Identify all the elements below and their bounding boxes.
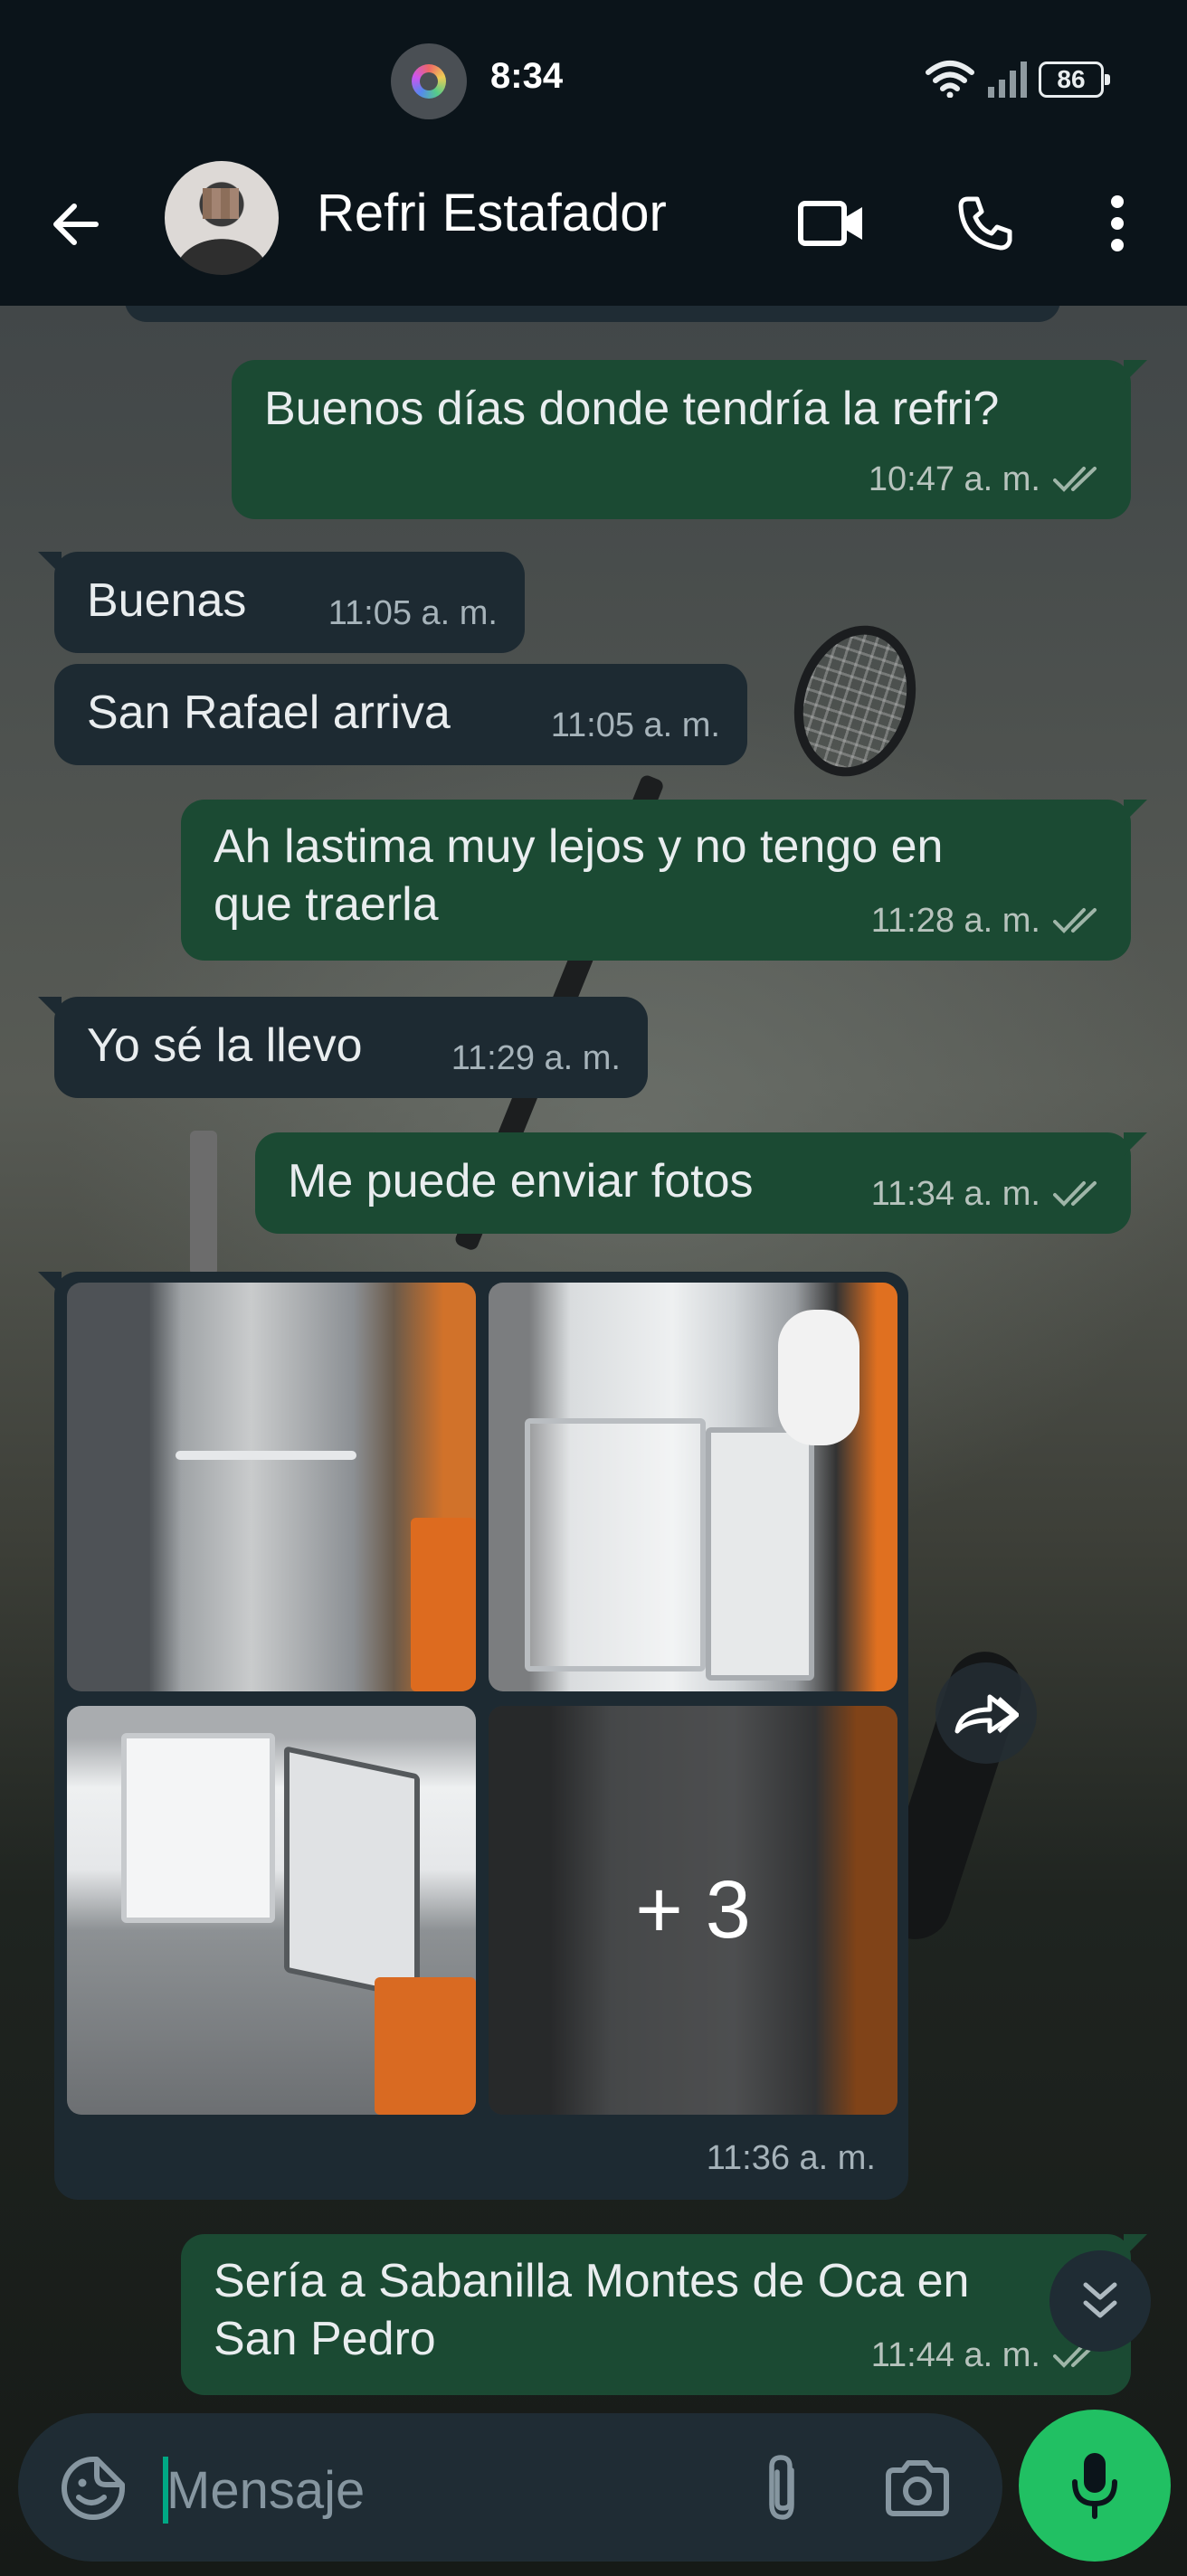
photo-thumbnail[interactable]: + 3 xyxy=(489,1706,897,2115)
photo-thumbnail[interactable] xyxy=(489,1283,897,1691)
status-time: 8:34 xyxy=(490,56,564,96)
message-bubble-in[interactable]: Buenas 11:05 a. m. xyxy=(38,552,525,653)
signal-icon xyxy=(988,62,1027,98)
wifi-icon xyxy=(926,61,974,98)
status-bar: 8:34 86 xyxy=(0,0,1187,156)
video-call-icon xyxy=(798,201,862,246)
message-bubble-out[interactable]: Sería a Sabanilla Montes de Oca en San P… xyxy=(181,2234,1147,2395)
message-time: 11:36 a. m. xyxy=(706,2139,876,2177)
battery-icon: 86 xyxy=(1039,62,1110,98)
message-time: 11:44 a. m. xyxy=(870,2336,1040,2374)
chat-header: Refri Estafador xyxy=(0,156,1187,306)
media-album-bubble[interactable]: + 3 11:36 a. m. xyxy=(38,1272,908,2200)
camera-button[interactable] xyxy=(872,2448,963,2529)
photo-thumbnail[interactable] xyxy=(67,1706,476,2115)
voice-call-button[interactable] xyxy=(945,183,1026,264)
photo-thumbnail[interactable] xyxy=(67,1283,476,1691)
message-time: 11:29 a. m. xyxy=(451,1039,621,1077)
video-call-button[interactable] xyxy=(791,183,872,264)
message-time: 11:05 a. m. xyxy=(550,706,720,744)
sticker-icon xyxy=(62,2457,125,2520)
message-text: Me puede enviar fotos xyxy=(288,1155,754,1208)
message-time: 10:47 a. m. xyxy=(868,460,1040,498)
phone-icon xyxy=(958,196,1012,251)
message-text: Sería a Sabanilla Montes de Oca en San P… xyxy=(214,2255,970,2365)
message-input[interactable] xyxy=(166,2449,727,2531)
message-bubble-in[interactable]: San Rafael arriva 11:05 a. m. xyxy=(54,664,747,765)
avatar[interactable] xyxy=(165,161,279,275)
message-text: San Rafael arriva xyxy=(87,687,451,739)
back-button[interactable] xyxy=(43,192,109,257)
attach-icon xyxy=(769,2455,794,2520)
sticker-button[interactable] xyxy=(52,2448,134,2529)
message-bubble-out[interactable]: Buenos días donde tendría la refri? 10:4… xyxy=(232,360,1147,519)
message-time: 11:28 a. m. xyxy=(870,902,1040,940)
forward-icon xyxy=(954,1694,1019,1734)
message-time: 11:34 a. m. xyxy=(870,1175,1040,1213)
message-bubble-in[interactable]: Yo sé la llevo 11:29 a. m. xyxy=(38,997,648,1098)
previous-message-edge xyxy=(125,306,1060,322)
screen-record-icon xyxy=(391,43,467,119)
voice-message-button[interactable] xyxy=(1019,2410,1171,2562)
message-composer xyxy=(18,2413,1002,2562)
read-receipt-icon xyxy=(1053,1181,1097,1207)
forward-button[interactable] xyxy=(935,1662,1037,1764)
camera-icon xyxy=(886,2460,949,2516)
contact-name[interactable]: Refri Estafador xyxy=(317,183,667,243)
double-chevron-down-icon xyxy=(1083,2282,1117,2318)
message-text: Buenas xyxy=(87,574,247,627)
back-arrow-icon xyxy=(53,204,99,245)
message-bubble-out[interactable]: Me puede enviar fotos 11:34 a. m. xyxy=(255,1132,1147,1234)
read-receipt-icon xyxy=(1053,908,1097,933)
more-options-button[interactable] xyxy=(1077,183,1158,264)
message-text: Yo sé la llevo xyxy=(87,1019,363,1072)
chat-messages[interactable]: Buenos días donde tendría la refri? 10:4… xyxy=(0,306,1187,2413)
message-bubble-out[interactable]: Ah lastima muy lejos y no tengo en que t… xyxy=(181,800,1147,961)
message-text: Ah lastima muy lejos y no tengo en que t… xyxy=(214,820,944,931)
more-vert-icon xyxy=(1111,195,1124,251)
message-text: Buenos días donde tendría la refri? xyxy=(264,383,1000,435)
scroll-to-bottom-button[interactable] xyxy=(1049,2250,1151,2352)
read-receipt-icon xyxy=(1053,467,1097,492)
more-photos-count[interactable]: + 3 xyxy=(489,1706,897,2115)
mic-icon xyxy=(1072,2453,1117,2519)
message-time: 11:05 a. m. xyxy=(328,594,498,632)
attach-button[interactable] xyxy=(742,2448,823,2529)
